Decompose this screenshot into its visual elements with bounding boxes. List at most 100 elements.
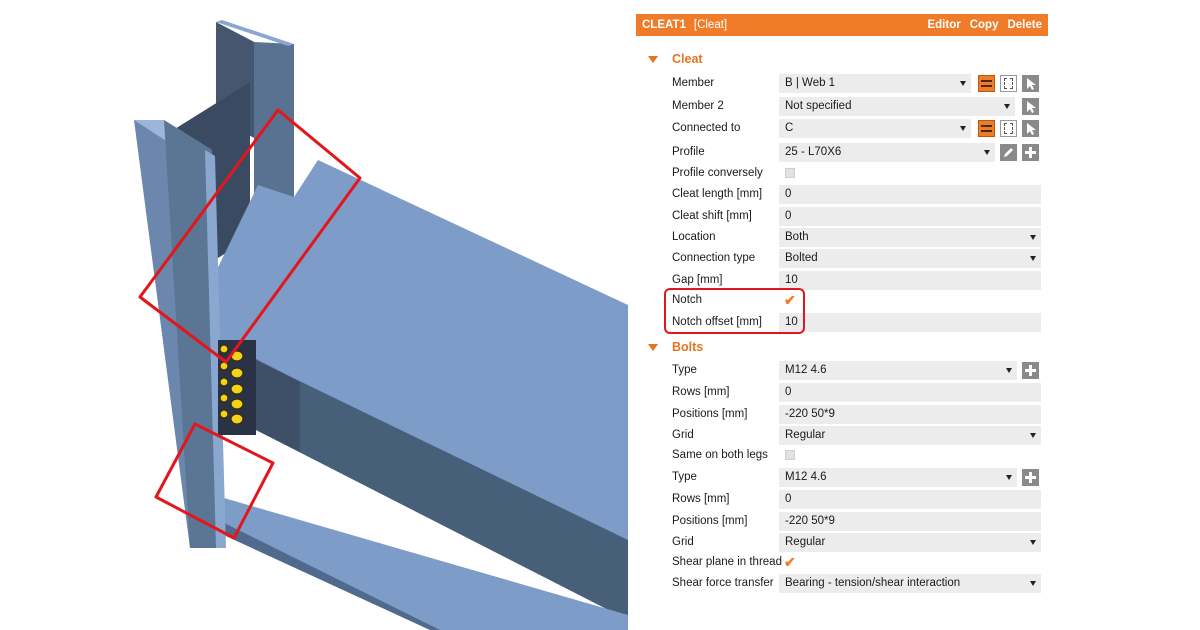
grid-value: Regular bbox=[785, 429, 826, 441]
gap-input[interactable]: 10 bbox=[779, 271, 1041, 290]
section-cleat[interactable]: Cleat bbox=[636, 50, 703, 68]
grid-select[interactable]: Regular bbox=[779, 426, 1041, 445]
property-row-positions-2: Positions [mm] -220 50*9 bbox=[636, 511, 1048, 532]
select-object-icon[interactable] bbox=[978, 120, 995, 137]
delete-button[interactable]: Delete bbox=[1007, 19, 1042, 31]
profile-conversely-checkbox[interactable] bbox=[785, 168, 795, 178]
connection-type-select[interactable]: Bolted bbox=[779, 249, 1041, 268]
collapse-triangle-icon[interactable] bbox=[648, 55, 658, 63]
profile-value: 25 - L70X6 bbox=[785, 146, 842, 158]
property-label: Grid bbox=[672, 429, 694, 441]
property-label: Location bbox=[672, 231, 716, 243]
property-label: Same on both legs bbox=[672, 449, 768, 461]
property-row-notch: Notch ✔ bbox=[636, 290, 1048, 311]
notch-checkbox-checked-icon[interactable]: ✔ bbox=[784, 290, 796, 311]
property-row-rows: Rows [mm] 0 bbox=[636, 382, 1048, 403]
rows-2-input[interactable]: 0 bbox=[779, 490, 1041, 509]
3d-model-viewport[interactable] bbox=[0, 0, 628, 630]
cleat-length-input[interactable]: 0 bbox=[779, 185, 1041, 204]
copy-button[interactable]: Copy bbox=[970, 19, 999, 31]
property-label: Cleat length [mm] bbox=[672, 188, 763, 200]
profile-select[interactable]: 25 - L70X6 bbox=[779, 143, 995, 162]
property-row-grid-2: Grid Regular bbox=[636, 532, 1048, 553]
property-row-member-2: Member 2 Not specified bbox=[636, 96, 1048, 117]
chevron-down-icon bbox=[1030, 433, 1036, 438]
property-row-profile: Profile 25 - L70X6 bbox=[636, 142, 1048, 163]
property-label: Member bbox=[672, 77, 715, 89]
chevron-down-icon bbox=[984, 150, 990, 155]
select-object-icon[interactable] bbox=[978, 75, 995, 92]
connected-to-select[interactable]: C bbox=[779, 119, 971, 138]
cleat-shift-input[interactable]: 0 bbox=[779, 207, 1041, 226]
property-row-profile-conversely: Profile conversely bbox=[636, 163, 1048, 184]
positions-2-input[interactable]: -220 50*9 bbox=[779, 512, 1041, 531]
property-row-notch-offset: Notch offset [mm] 10 bbox=[636, 312, 1048, 333]
property-row-gap: Gap [mm] 10 bbox=[636, 270, 1048, 291]
chevron-down-icon bbox=[1004, 104, 1010, 109]
property-label: Shear force transfer bbox=[672, 577, 774, 589]
object-title: CLEAT1 bbox=[642, 19, 686, 31]
editor-button[interactable]: Editor bbox=[927, 19, 960, 31]
shear-plane-checkbox-checked-icon[interactable]: ✔ bbox=[784, 552, 796, 573]
chevron-down-icon bbox=[960, 126, 966, 131]
edit-pencil-icon[interactable] bbox=[1000, 144, 1017, 161]
chevron-down-icon bbox=[1030, 235, 1036, 240]
property-label: Gap [mm] bbox=[672, 274, 723, 286]
member-2-value: Not specified bbox=[785, 100, 852, 112]
bolt-type-2-select[interactable]: M12 4.6 bbox=[779, 468, 1017, 487]
property-label: Cleat shift [mm] bbox=[672, 210, 752, 222]
back-column-flange bbox=[254, 42, 294, 200]
frame-select-icon[interactable] bbox=[1000, 120, 1017, 137]
properties-panel: CLEAT1 [Cleat] Editor Copy Delete Cleat … bbox=[636, 14, 1048, 614]
bolt-type-select[interactable]: M12 4.6 bbox=[779, 361, 1017, 380]
connection-type-value: Bolted bbox=[785, 252, 818, 264]
property-label: Profile conversely bbox=[672, 167, 763, 179]
property-label: Type bbox=[672, 471, 697, 483]
add-plus-icon[interactable] bbox=[1022, 144, 1039, 161]
member-2-select[interactable]: Not specified bbox=[779, 97, 1015, 116]
chevron-down-icon bbox=[1030, 256, 1036, 261]
bolt-type-value: M12 4.6 bbox=[785, 364, 827, 376]
property-row-member: Member B | Web 1 bbox=[636, 73, 1048, 94]
member-select[interactable]: B | Web 1 bbox=[779, 74, 971, 93]
pick-cursor-icon[interactable] bbox=[1022, 75, 1039, 92]
section-title: Cleat bbox=[672, 52, 703, 66]
rows-input[interactable]: 0 bbox=[779, 383, 1041, 402]
section-bolts[interactable]: Bolts bbox=[636, 338, 703, 356]
grid-2-select[interactable]: Regular bbox=[779, 533, 1041, 552]
property-row-grid: Grid Regular bbox=[636, 425, 1048, 446]
property-row-connected-to: Connected to C bbox=[636, 118, 1048, 139]
chevron-down-icon bbox=[1006, 368, 1012, 373]
positions-input[interactable]: -220 50*9 bbox=[779, 405, 1041, 424]
property-label: Member 2 bbox=[672, 100, 724, 112]
property-row-connection-type: Connection type Bolted bbox=[636, 248, 1048, 269]
property-label: Rows [mm] bbox=[672, 493, 730, 505]
notch-offset-input[interactable]: 10 bbox=[779, 313, 1041, 332]
pick-cursor-icon[interactable] bbox=[1022, 98, 1039, 115]
property-row-shear-force-transfer: Shear force transfer Bearing - tension/s… bbox=[636, 573, 1048, 594]
property-label: Type bbox=[672, 364, 697, 376]
property-label: Rows [mm] bbox=[672, 386, 730, 398]
pick-cursor-icon[interactable] bbox=[1022, 120, 1039, 137]
location-value: Both bbox=[785, 231, 809, 243]
property-label: Notch offset [mm] bbox=[672, 316, 762, 328]
property-row-positions: Positions [mm] -220 50*9 bbox=[636, 404, 1048, 425]
property-row-bolt-type-2: Type M12 4.6 bbox=[636, 467, 1048, 488]
property-row-cleat-length: Cleat length [mm] 0 bbox=[636, 184, 1048, 205]
connected-to-value: C bbox=[785, 122, 794, 134]
panel-header: CLEAT1 [Cleat] Editor Copy Delete bbox=[636, 14, 1048, 36]
grid-2-value: Regular bbox=[785, 536, 826, 548]
property-label: Connected to bbox=[672, 122, 741, 134]
chevron-down-icon bbox=[1006, 475, 1012, 480]
collapse-triangle-icon[interactable] bbox=[648, 343, 658, 351]
add-plus-icon[interactable] bbox=[1022, 469, 1039, 486]
bolt-type-2-value: M12 4.6 bbox=[785, 471, 827, 483]
member-value: B | Web 1 bbox=[785, 77, 836, 89]
shear-force-transfer-select[interactable]: Bearing - tension/shear interaction bbox=[779, 574, 1041, 593]
property-row-same-on-both-legs: Same on both legs bbox=[636, 445, 1048, 466]
frame-select-icon[interactable] bbox=[1000, 75, 1017, 92]
property-label: Positions [mm] bbox=[672, 408, 748, 420]
add-plus-icon[interactable] bbox=[1022, 362, 1039, 379]
location-select[interactable]: Both bbox=[779, 228, 1041, 247]
same-on-both-legs-checkbox[interactable] bbox=[785, 450, 795, 460]
